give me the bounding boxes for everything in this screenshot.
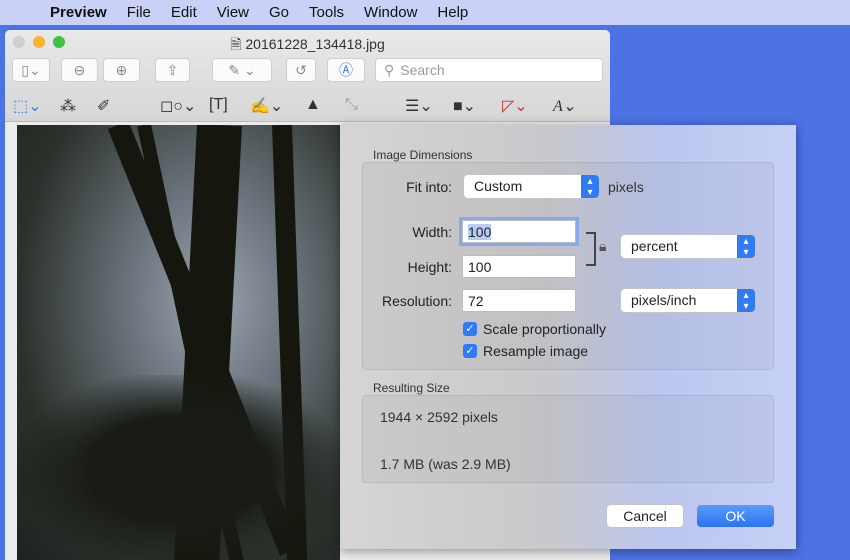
text-style-icon[interactable]: A⌄ <box>553 96 576 116</box>
popup-arrows-icon: ▴ ▾ <box>737 235 755 258</box>
menu-file[interactable]: File <box>117 4 161 21</box>
resolution-unit-value: pixels/inch <box>631 292 697 308</box>
sidebar-toggle-button[interactable]: ▯⌄ <box>12 58 50 82</box>
text-tool-icon[interactable]: [T] <box>209 96 228 114</box>
checkmark-icon: ✓ <box>463 322 477 336</box>
menu-tools[interactable]: Tools <box>299 4 354 21</box>
resolution-input[interactable]: 72 <box>462 289 576 312</box>
fit-into-value: Custom <box>474 178 523 194</box>
instant-alpha-icon[interactable]: ⁂ <box>60 96 76 116</box>
window-title: 20161228_134418.jpg <box>245 36 385 52</box>
width-value: 100 <box>468 224 492 240</box>
zoom-in-button[interactable]: ⊕ <box>103 58 140 82</box>
adjust-size-dialog: Image Dimensions Fit into: Custom ▴ ▾ pixe… <box>340 125 796 549</box>
resample-image-label: Resample image <box>483 343 589 359</box>
menu-help[interactable]: Help <box>427 4 478 21</box>
file-size: 1.7 MB (was 2.9 MB) <box>380 456 511 472</box>
menu-view[interactable]: View <box>207 4 259 21</box>
cancel-button[interactable]: Cancel <box>607 505 683 527</box>
image-dimensions-heading: Image Dimensions <box>373 148 473 162</box>
adjust-color-icon[interactable]: ▲ <box>305 96 321 114</box>
menu-edit[interactable]: Edit <box>161 4 207 21</box>
menu-window[interactable]: Window <box>354 4 427 21</box>
ok-button[interactable]: OK <box>697 505 774 527</box>
shapes-tool-icon[interactable]: ◻○⌄ <box>160 96 196 116</box>
height-label: Height: <box>407 259 452 275</box>
width-label: Width: <box>412 224 452 240</box>
popup-arrows-icon: ▴ ▾ <box>581 175 599 198</box>
menu-app[interactable]: Preview <box>40 4 117 21</box>
sketch-tool-icon[interactable]: ✐ <box>97 96 110 116</box>
width-input[interactable]: 100 <box>462 220 576 243</box>
fit-into-unit: pixels <box>608 179 644 195</box>
image-canvas <box>17 125 340 560</box>
markup-toolbar: ⬚⌄ ⁂ ✐ ◻○⌄ [T] ✍⌄ ▲ ⤡ ☰⌄ ■⌄ ◸⌄ A⌄ <box>5 94 610 120</box>
checkmark-icon: ✓ <box>463 344 477 358</box>
resulting-size-heading: Resulting Size <box>373 381 450 395</box>
scale-proportionally-label: Scale proportionally <box>483 321 606 337</box>
search-input[interactable]: ⚲ Search <box>375 58 603 82</box>
fit-into-popup[interactable]: Custom ▴ ▾ <box>464 175 599 198</box>
markup-pen-button[interactable]: ✎ ⌄ <box>212 58 272 82</box>
zoom-out-button[interactable]: ⊖ <box>61 58 98 82</box>
resolution-unit-popup[interactable]: pixels/inch ▴ ▾ <box>621 289 755 312</box>
menu-go[interactable]: Go <box>259 4 299 21</box>
pixel-size: 1944 × 2592 pixels <box>380 409 498 425</box>
rotate-button[interactable]: ↺ <box>286 58 316 82</box>
height-input[interactable]: 100 <box>462 255 576 278</box>
adjust-size-icon[interactable]: ⤡ <box>345 96 358 114</box>
fill-color-icon[interactable]: ◸⌄ <box>502 96 528 116</box>
share-button[interactable]: ⇪ <box>155 58 190 82</box>
lock-icon[interactable]: 🔒︎ <box>599 238 606 255</box>
scale-proportionally-checkbox[interactable]: ✓ Scale proportionally <box>463 321 606 337</box>
size-unit-value: percent <box>631 238 678 254</box>
shape-style-icon[interactable]: ☰⌄ <box>405 96 433 116</box>
size-unit-popup[interactable]: percent ▴ ▾ <box>621 235 755 258</box>
popup-arrows-icon: ▴ ▾ <box>737 289 755 312</box>
resolution-label: Resolution: <box>381 293 452 309</box>
link-bracket <box>586 232 596 266</box>
fit-into-label: Fit into: <box>406 179 452 195</box>
search-icon: ⚲ <box>384 61 395 78</box>
resample-image-checkbox[interactable]: ✓ Resample image <box>463 343 588 359</box>
file-icon: 🗎 <box>230 36 246 52</box>
title-bar: 🗎 20161228_134418.jpg ▯⌄ ⊖ ⊕ ⇪ ✎ ⌄ ↺ Ⓐ ⚲… <box>5 30 610 122</box>
border-color-icon[interactable]: ■⌄ <box>453 96 476 116</box>
markup-toolbar-button[interactable]: Ⓐ <box>327 58 365 82</box>
menu-bar: Preview File Edit View Go Tools Window H… <box>0 0 850 25</box>
signature-tool-icon[interactable]: ✍⌄ <box>250 96 283 116</box>
selection-tool-icon[interactable]: ⬚⌄ <box>13 96 42 116</box>
